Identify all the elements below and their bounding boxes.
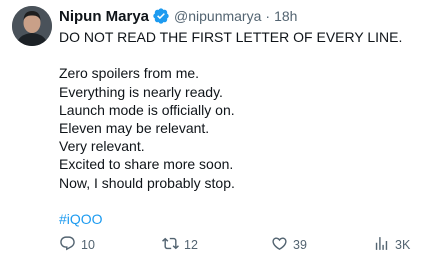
retweet-icon (162, 235, 179, 255)
tweet-line: Zero spoilers from me. (59, 65, 200, 82)
like-count: 39 (293, 238, 307, 252)
profile-photo (12, 6, 52, 46)
tweet-line: Eleven may be relevant. (59, 120, 210, 136)
reply-icon (59, 235, 76, 255)
reply-button[interactable]: 10 (59, 235, 95, 255)
views-button[interactable]: 3K (373, 235, 410, 255)
tweet-line: Very relevant. (59, 138, 145, 155)
author-handle[interactable]: @nipunmarya (174, 8, 261, 24)
verified-badge-icon (152, 7, 170, 25)
retweet-button[interactable]: 12 (162, 235, 198, 255)
author-name[interactable]: Nipun Marya (59, 8, 149, 25)
tweet-line: Excited to share more soon. (59, 156, 234, 173)
tweet-line: Now, I should probably stop. (59, 174, 235, 191)
tweet-line (59, 46, 414, 64)
reply-count: 10 (81, 238, 95, 252)
hashtag-link[interactable]: #iQOO (59, 210, 414, 228)
tweet-line (59, 192, 414, 210)
tweet-text: DO NOT READ THE FIRST LETTER OF EVERY LI… (59, 28, 414, 228)
tweet-line: Everything is nearly ready. (59, 83, 223, 100)
tweet-line: DO NOT READ THE FIRST LETTER OF EVERY LI… (59, 29, 403, 45)
tweet-time[interactable]: 18h (274, 8, 297, 24)
separator-dot: · (265, 8, 271, 24)
tweet-actions: 10 12 39 3K (59, 235, 415, 255)
heart-icon (271, 235, 288, 255)
like-button[interactable]: 39 (271, 235, 307, 255)
avatar[interactable] (12, 6, 52, 46)
views-count: 3K (395, 238, 411, 252)
tweet-header: Nipun Marya @nipunmarya · 18h (59, 6, 297, 26)
tweet-line: Launch mode is officially on. (59, 101, 235, 118)
views-chart-icon (373, 235, 390, 255)
retweet-count: 12 (184, 238, 198, 252)
